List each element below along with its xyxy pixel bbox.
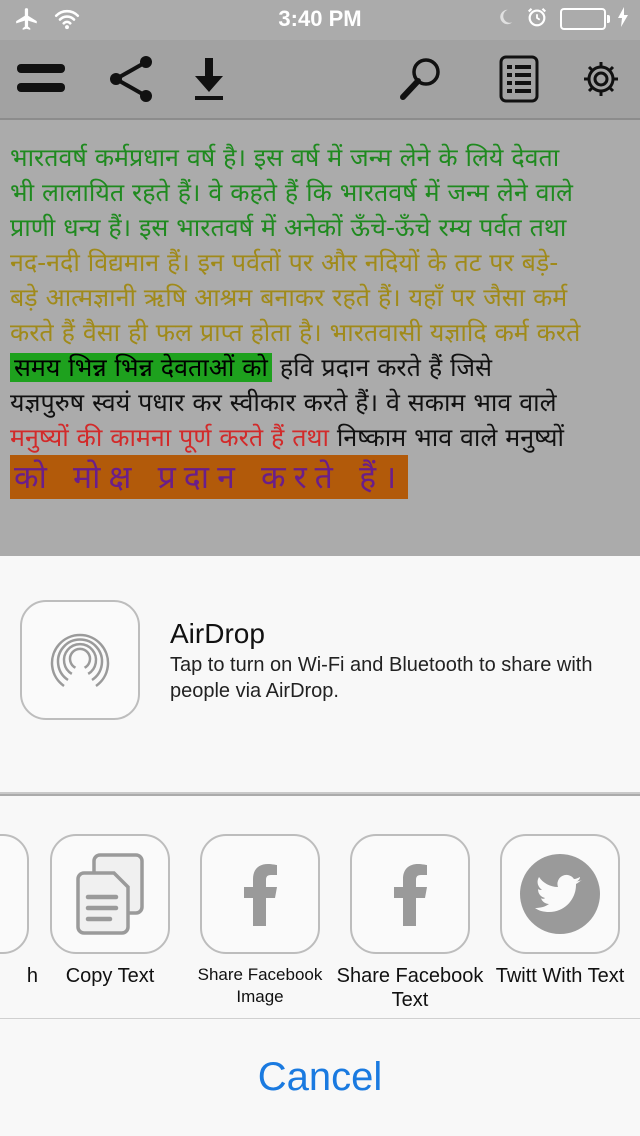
copy-text-action[interactable]: Copy Text: [35, 834, 185, 988]
moon-icon: [496, 7, 514, 31]
reading-text: भारतवर्ष कर्मप्रधान वर्ष है। इस वर्ष में…: [10, 140, 632, 503]
text-segment: हवि प्रदान करते हैं जिसे: [279, 353, 492, 382]
text-line: समय भिन्न भिन्न देवताओं को हवि प्रदान कर…: [10, 350, 632, 385]
list-button[interactable]: [494, 55, 544, 107]
airdrop-icon[interactable]: [20, 600, 140, 720]
search-button[interactable]: [396, 56, 446, 106]
text-line: भारतवर्ष कर्मप्रधान वर्ष है। इस वर्ष में…: [10, 143, 560, 172]
text-line: को मोक्ष प्रदान करते हैं।: [10, 455, 632, 503]
text-line: मनुष्यों की कामना पूर्ण करते हैं तथा निष…: [10, 420, 632, 455]
alarm-icon: [526, 6, 548, 32]
twitt-with-text-action[interactable]: Twitt With Text: [485, 834, 635, 988]
battery-icon: [560, 8, 610, 30]
text-line: प्राणी धन्य हैं। इस भारतवर्ष में अनेकों …: [10, 213, 567, 242]
status-right: [496, 6, 628, 32]
download-button[interactable]: [184, 56, 234, 106]
share-facebook-text-label: Share Facebook Text: [336, 965, 484, 1011]
toolbar: [0, 40, 640, 120]
cancel-button[interactable]: Cancel: [258, 1055, 383, 1100]
airdrop-section[interactable]: AirDrop Tap to turn on Wi-Fi and Bluetoo…: [0, 556, 640, 794]
twitt-with-text-label: Twitt With Text: [495, 965, 625, 987]
facebook-icon: [200, 834, 320, 954]
text-line: नद-नदी विद्यमान हैं। इन पर्वतों पर और नद…: [10, 248, 559, 277]
facebook-icon: [350, 834, 470, 954]
twitter-icon: [500, 834, 620, 954]
share-icon: [106, 54, 156, 108]
copy-text-label: Copy Text: [65, 965, 155, 987]
settings-button[interactable]: [576, 56, 626, 106]
download-icon: [189, 56, 229, 106]
gear-icon: [581, 59, 621, 103]
charging-icon: [618, 7, 628, 31]
share-button[interactable]: [106, 56, 156, 106]
highlighted-text-orange: को मोक्ष प्रदान करते हैं।: [10, 455, 409, 499]
share-facebook-text-action[interactable]: Share Facebook Text: [335, 834, 485, 1012]
share-facebook-image-label: Share Facebook Image: [197, 965, 323, 1006]
cancel-bar: Cancel: [0, 1018, 640, 1136]
text-line: करते हैं वैसा ही फल प्राप्त होता है। भार…: [10, 318, 581, 347]
text-line: बड़े आत्मज्ञानी ऋषि आश्रम बनाकर रहते हैं…: [10, 283, 568, 312]
partial-icon: [0, 834, 29, 954]
menu-button[interactable]: [16, 56, 66, 106]
airdrop-description: Tap to turn on Wi-Fi and Bluetooth to sh…: [170, 654, 593, 702]
highlighted-text: समय भिन्न भिन्न देवताओं को: [10, 353, 272, 382]
copy-icon: [50, 834, 170, 954]
text-line: यज्ञपुरुष स्वयं पधार कर स्वीकार करते हैं…: [10, 388, 557, 417]
menu-icon: [17, 63, 65, 99]
text-segment: निष्काम भाव वाले मनुष्यों: [336, 423, 564, 452]
share-facebook-image-action[interactable]: Share Facebook Image: [185, 834, 335, 1008]
text-line: भी लालायित रहते हैं। वे कहते हैं कि भारत…: [10, 178, 573, 207]
search-icon: [398, 56, 444, 106]
share-actions-row[interactable]: h Copy Text Share Facebook Image Share F…: [0, 796, 640, 1018]
text-segment-red: मनुष्यों की कामना पूर्ण करते हैं तथा: [10, 423, 329, 452]
list-icon: [499, 55, 539, 107]
airdrop-title: AirDrop: [170, 618, 265, 649]
status-bar: 3:40 PM: [0, 0, 640, 40]
